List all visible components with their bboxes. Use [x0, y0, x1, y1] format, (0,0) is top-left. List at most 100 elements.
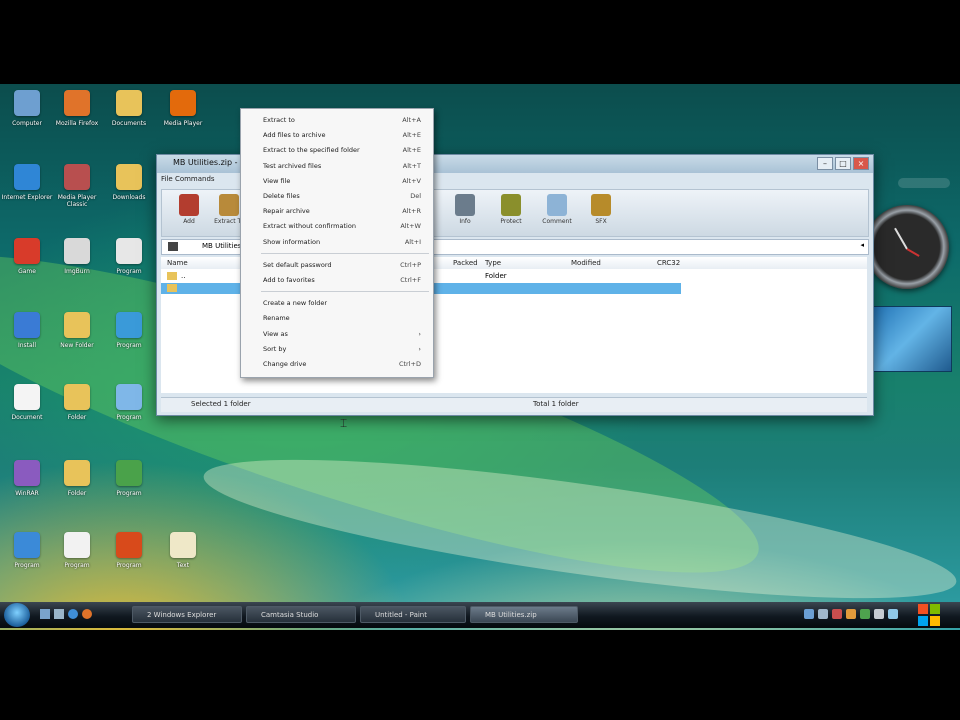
col-type[interactable]: Type	[485, 259, 501, 267]
info-icon	[455, 194, 475, 216]
menu-item[interactable]: Extract to Alt+A	[241, 113, 433, 127]
desktop-icon-circle-app[interactable]: Program	[104, 530, 154, 592]
desktop-icon-folder-5[interactable]: Folder	[52, 458, 102, 520]
close-button[interactable]: ×	[853, 157, 869, 170]
menu-item[interactable]: Repair archive Alt+R	[241, 204, 433, 218]
desktop-icon-chrome[interactable]: Program	[2, 530, 52, 592]
maximize-button[interactable]: □	[835, 157, 851, 170]
menu-separator	[261, 291, 429, 293]
folder-4-icon	[64, 384, 90, 410]
menu-item-shortcut: Del	[410, 192, 421, 200]
tool-add[interactable]: Add	[170, 194, 208, 234]
menu-item[interactable]: Sort by ›	[241, 342, 433, 356]
menu-item[interactable]: Delete files Del	[241, 189, 433, 203]
circle-app-icon	[116, 532, 142, 558]
media-icon[interactable]	[82, 609, 92, 619]
tray-icon[interactable]	[818, 609, 828, 619]
folder-1-icon	[116, 90, 142, 116]
menu-item[interactable]: Extract to the specified folder Alt+E	[241, 143, 433, 157]
desktop-icon-globe[interactable]: Program	[104, 310, 154, 372]
menu-item-label: Create a new folder	[263, 299, 328, 308]
tool-sfx[interactable]: SFX	[582, 194, 620, 234]
show-desktop-icon[interactable]	[40, 609, 50, 619]
desktop-icon-label: Documents	[111, 120, 147, 127]
up-folder-icon[interactable]	[168, 242, 178, 251]
menu-item-label: Extract without confirmation	[263, 222, 356, 231]
desktop-icon-winrar[interactable]: WinRAR	[2, 458, 52, 520]
globe-icon	[116, 312, 142, 338]
tray-icon[interactable]	[804, 609, 814, 619]
doc-icon	[14, 384, 40, 410]
menu-item[interactable]: Rename	[241, 311, 433, 325]
taskbar-button-active[interactable]: MB Utilities.zip	[470, 606, 578, 623]
desktop-icon-doc[interactable]: Document	[2, 382, 52, 444]
folder-icon	[167, 284, 177, 292]
taskbar-button[interactable]: Untitled - Paint	[360, 606, 466, 623]
desktop-icon-tool[interactable]: Program	[104, 458, 154, 520]
network-icon[interactable]	[888, 609, 898, 619]
volume-icon[interactable]	[874, 609, 884, 619]
item-name: ..	[181, 272, 186, 280]
desktop-icon-folder-3[interactable]: New Folder	[52, 310, 102, 372]
menu-item-shortcut: ›	[418, 329, 421, 338]
menu-item[interactable]: Add files to archive Alt+E	[241, 128, 433, 142]
slideshow-gadget[interactable]	[866, 306, 952, 372]
clock-gadget[interactable]	[865, 205, 949, 289]
sidebar-controls[interactable]	[898, 178, 950, 188]
desktop-icon-mario[interactable]: Game	[2, 236, 52, 298]
col-packed[interactable]: Packed	[453, 259, 478, 267]
windows-logo-icon[interactable]	[918, 604, 940, 626]
menu-item[interactable]: Change drive Ctrl+D	[241, 357, 433, 371]
desktop-icon-imgburn[interactable]: ImgBurn	[52, 236, 102, 298]
col-modified[interactable]: Modified	[571, 259, 601, 267]
tray-icon[interactable]	[832, 609, 842, 619]
menu-item[interactable]: Add to favorites Ctrl+F	[241, 273, 433, 287]
menu-item[interactable]: View file Alt+V	[241, 174, 433, 188]
menu-item-label: Extract to the specified folder	[263, 146, 360, 155]
menu-item[interactable]: View as ›	[241, 327, 433, 341]
mouse-cursor-icon: ⌶	[340, 416, 348, 430]
menu-item[interactable]: Set default password Ctrl+P	[241, 258, 433, 272]
desktop-icon-firefox[interactable]: Mozilla Firefox	[52, 88, 102, 150]
menu-item-shortcut: Alt+E	[402, 146, 421, 155]
tray-icon[interactable]	[846, 609, 856, 619]
tray-icon[interactable]	[860, 609, 870, 619]
taskbar-button[interactable]: Camtasia Studio	[246, 606, 356, 623]
desktop-icon-text-file[interactable]: Text	[158, 530, 208, 592]
ie-icon	[14, 164, 40, 190]
desktop-icon-media[interactable]: Media Player Classic	[52, 162, 102, 224]
menu-item-label: Rename	[263, 314, 290, 323]
desktop-icon-gmail[interactable]: Program	[52, 530, 102, 592]
desktop-icon-ie[interactable]: Internet Explorer	[2, 162, 52, 224]
desktop-icon-computer[interactable]: Computer	[2, 88, 52, 150]
tool-comment[interactable]: Comment	[538, 194, 576, 234]
desktop-icon-flag[interactable]: Install	[2, 310, 52, 372]
switch-windows-icon[interactable]	[54, 609, 64, 619]
desktop-icon-folder-2[interactable]: Downloads	[104, 162, 154, 224]
address-dropdown-icon[interactable]: ◂	[860, 241, 864, 249]
taskbar-button[interactable]: 2 Windows Explorer	[132, 606, 242, 623]
tool-protect[interactable]: Protect	[492, 194, 530, 234]
desktop-icon-folder-1[interactable]: Documents	[104, 88, 154, 150]
desktop-icon-label: Program	[116, 414, 142, 421]
menu-item[interactable]: Extract without confirmation Alt+W	[241, 219, 433, 233]
col-name[interactable]: Name	[167, 259, 188, 267]
computer-icon	[14, 90, 40, 116]
start-button[interactable]	[4, 603, 30, 627]
col-crc[interactable]: CRC32	[657, 259, 680, 267]
tool-info[interactable]: Info	[446, 194, 484, 234]
menu-item[interactable]: Test archived files Alt+T	[241, 159, 433, 173]
menu-item[interactable]: Create a new folder	[241, 296, 433, 310]
minimize-button[interactable]: –	[817, 157, 833, 170]
desktop-icon-player[interactable]: Media Player	[158, 88, 208, 150]
desktop-icon-folder-4[interactable]: Folder	[52, 382, 102, 444]
ie-icon[interactable]	[68, 609, 78, 619]
desktop-icon-cd[interactable]: Program	[104, 382, 154, 444]
clock-hand	[894, 227, 908, 250]
menu-item-label: Add to favorites	[263, 276, 315, 284]
desktop-icon-ball[interactable]: Program	[104, 236, 154, 298]
context-menu[interactable]: Extract to Alt+A Add files to archive Alt+E…	[240, 108, 434, 378]
menu-item-shortcut: Alt+W	[400, 222, 421, 231]
menu-item[interactable]: Show information Alt+I	[241, 235, 433, 249]
menu-item-label: Extract to	[263, 116, 295, 124]
